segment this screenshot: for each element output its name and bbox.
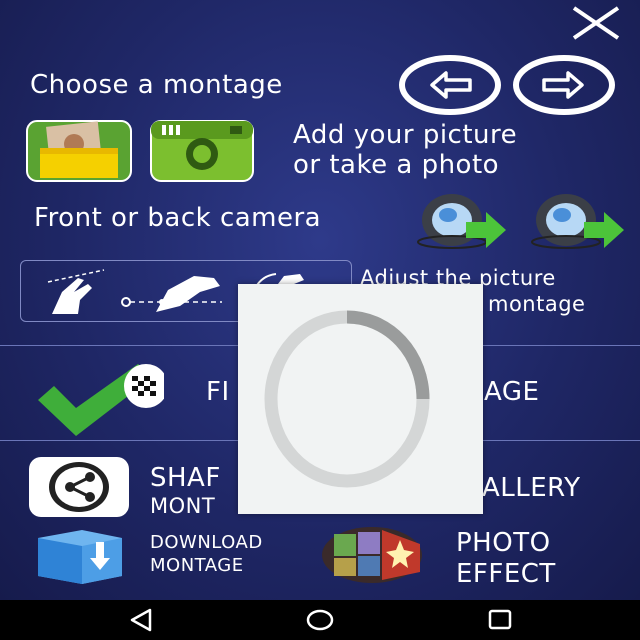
photo-effect-label-line1[interactable]: PHOTO: [456, 528, 551, 558]
arrow-left-circle-icon[interactable]: [398, 55, 502, 115]
arrow-right-circle-icon[interactable]: [512, 55, 616, 115]
download-label-line2[interactable]: MONTAGE: [150, 555, 244, 576]
photo-effect-label-line2[interactable]: EFFECT: [456, 559, 556, 589]
camera-label: Front or back camera: [34, 203, 322, 233]
add-picture-label-line1: Add your picture: [293, 120, 518, 150]
close-icon[interactable]: [570, 6, 622, 40]
recents-square-icon[interactable]: [480, 606, 520, 634]
loading-spinner-icon: [264, 310, 430, 488]
finish-label-right[interactable]: AGE: [484, 377, 539, 407]
photo-effect-icon[interactable]: [320, 526, 424, 584]
switch-camera-front-icon: [417, 194, 506, 249]
adjust-label-line2: montage: [488, 292, 586, 316]
finish-checkmark-icon[interactable]: [34, 356, 164, 438]
add-picture-label-line2: or take a photo: [293, 150, 500, 180]
download-box-icon[interactable]: [34, 528, 126, 584]
home-circle-icon[interactable]: [300, 606, 340, 634]
share-label-line2[interactable]: MONT: [150, 494, 215, 518]
finish-label-left[interactable]: FI: [206, 377, 230, 407]
gallery-label[interactable]: ALLERY: [482, 473, 580, 503]
share-icon[interactable]: [28, 456, 130, 518]
choose-montage-label: Choose a montage: [30, 70, 283, 100]
gallery-folder-icon: [26, 120, 132, 182]
system-nav-bar: [0, 600, 640, 640]
drag-gesture-icon: [121, 276, 222, 312]
camera-app-icon: [150, 120, 254, 182]
back-triangle-icon[interactable]: [122, 606, 162, 634]
share-label-line1[interactable]: SHAF: [150, 463, 221, 493]
montage-help-screen: Choose a montage Add your picture or tak…: [0, 0, 640, 600]
loading-dialog: [238, 284, 483, 514]
download-label-line1[interactable]: DOWNLOAD: [150, 532, 263, 553]
switch-camera-back-icon: [531, 194, 624, 249]
